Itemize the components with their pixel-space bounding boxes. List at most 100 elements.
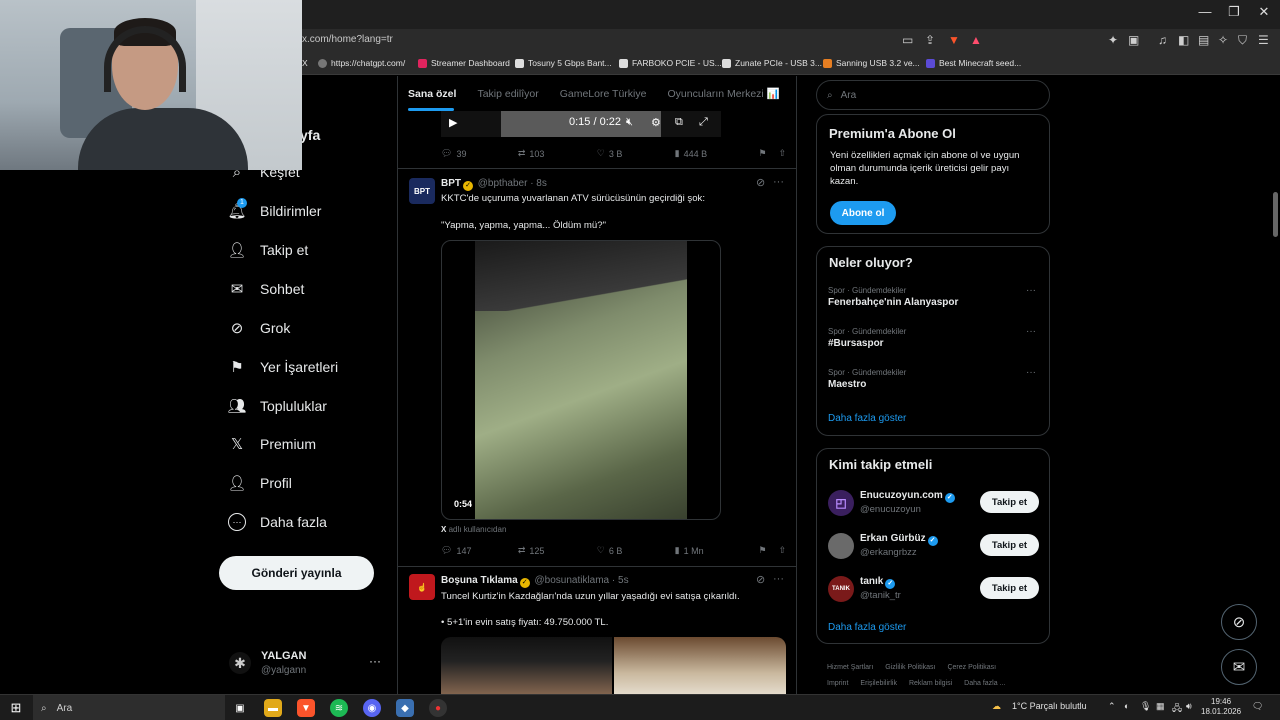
show-more-link[interactable]: Daha fazla göster [828,413,906,424]
microphone-icon[interactable]: 🎙︎ [1140,701,1151,712]
taskbar-search[interactable]: ⌕ Ara [33,695,225,720]
share-icon[interactable]: ⇧ [778,545,786,556]
footer-link[interactable]: Gizlilik Politikası [885,664,935,671]
tray-app-icon[interactable]: ▦ [1156,701,1165,712]
avatar[interactable]: ☝ [409,574,435,600]
pip-icon[interactable]: ⧉ [675,116,683,129]
repost-button[interactable]: ⇄ 103 [518,148,597,159]
follow-button[interactable]: Takip et [980,534,1039,556]
mute-icon[interactable]: 🔇︎ [626,116,633,129]
nav-profile[interactable]: 👤︎ Profil [227,474,291,492]
footer-link[interactable]: Daha fazla ... [964,680,1005,687]
grok-icon[interactable]: ⊘ [756,176,765,189]
views-button[interactable]: ▮ 444 B [675,148,759,159]
footer-link[interactable]: Erişilebilirlik [860,680,897,687]
maximize-button[interactable]: ❐ [1219,4,1249,20]
minimize-button[interactable]: — [1190,4,1220,19]
post-images[interactable] [441,637,786,694]
chevron-up-icon[interactable]: ⌃ [1108,701,1116,712]
wallet-icon[interactable]: ▤ [1198,33,1209,47]
trend-item[interactable]: Spor · Gündemdekiler Maestro ··· [828,367,1043,390]
url-text[interactable]: x.com/home?lang=tr [302,34,393,45]
grok-fab-button[interactable]: ⊘ [1221,604,1257,640]
tab-following[interactable]: Takip edilîyor [477,88,538,100]
nav-premium[interactable]: 𝕏 Premium [228,435,316,453]
nav-home-label[interactable]: yfa [300,127,320,143]
follow-button[interactable]: Takip et [980,577,1039,599]
follow-suggestion[interactable]: Erkan Gürbüz ✓ @erkangrbzz Takip et [828,531,1043,563]
file-explorer-icon[interactable]: ▬ [264,699,282,717]
post-image[interactable] [614,637,786,694]
post-image[interactable] [441,637,612,694]
bookmark-item[interactable]: Streamer Dashboard [418,58,510,68]
bookmark-item[interactable]: Sanning USB 3.2 ve... [823,58,920,68]
more-icon[interactable]: ··· [1026,285,1036,296]
reader-icon[interactable]: ▣ [1128,33,1139,47]
nav-follow[interactable]: 👤︎ Takip et [227,241,308,259]
subscribe-button[interactable]: Abone ol [830,201,896,225]
more-icon[interactable]: ··· [773,176,784,188]
reply-button[interactable]: 💬︎ 147 [441,545,518,556]
show-more-link[interactable]: Daha fazla göster [828,622,906,633]
reply-button[interactable]: 💬︎ 39 [441,148,518,159]
follow-suggestion[interactable]: TANIK tanık ✓ @tanik_tr Takip et [828,574,1043,606]
footer-link[interactable]: Imprint [827,680,848,687]
share-icon[interactable]: ⇪ [925,33,935,47]
nav-grok[interactable]: ⊘ Grok [228,319,291,337]
more-icon[interactable]: ··· [369,654,381,668]
more-icon[interactable]: ··· [1026,367,1036,378]
like-button[interactable]: ♡ 6 B [597,545,675,556]
page-scrollbar[interactable] [1272,76,1279,694]
menu-icon[interactable]: ☰ [1258,33,1269,47]
volume-icon[interactable]: 🔊︎ [1186,701,1192,712]
vpn-icon[interactable]: ⛉ [1238,33,1247,48]
post-author[interactable]: Boşuna Tıklama [441,575,518,586]
post-button[interactable]: Gönderi yayınla [219,556,374,590]
bookmark-item[interactable]: FARBOKO PCIE - US... [619,58,722,68]
account-switcher[interactable]: ✱ YALGAN @yalgann ··· [229,648,389,684]
post-meta[interactable]: @bpthaber · 8s [478,178,547,189]
sidebar-icon[interactable]: ◧ [1178,33,1189,47]
extensions-icon[interactable]: ✦ [1108,33,1118,47]
leo-ai-icon[interactable]: ✧ [1218,33,1228,47]
avatar[interactable]: BPT [409,178,435,204]
play-icon[interactable]: ▶ [449,116,457,129]
video-player[interactable]: 0:54 [441,240,721,520]
bookmark-item[interactable]: X [302,58,308,68]
settings-icon[interactable]: ⚙ [651,116,661,129]
discord-icon[interactable]: ◉ [363,699,381,717]
more-icon[interactable]: ··· [1026,326,1036,337]
footer-link[interactable]: Hizmet Şartları [827,664,873,671]
like-button[interactable]: ♡ 3 B [597,148,675,159]
follow-button[interactable]: Takip et [980,491,1039,513]
weather-text[interactable]: 1°C Parçalı bulutlu [1012,701,1087,711]
nav-notifications[interactable]: 🔔︎ 1 Bildirimler [227,198,321,220]
media-icon[interactable]: ♫ [1158,33,1167,47]
scrollbar-thumb[interactable] [1273,192,1278,237]
media-attribution[interactable]: X adlı kullanıcıdan [441,525,506,534]
bookmark-item[interactable]: Tosuny 5 Gbps Bant... [515,58,612,68]
nav-messages[interactable]: ✉ Sohbet [228,280,305,298]
footer-link[interactable]: Reklam bilgisi [909,680,952,687]
close-button[interactable]: ✕ [1249,4,1279,20]
post-meta[interactable]: @bosunatiklama · 5s [534,575,628,586]
bookmark-icon[interactable]: ⚑ [758,545,778,556]
spotify-icon[interactable]: ≋ [330,699,348,717]
share-icon[interactable]: ⇧ [778,148,786,159]
grok-icon[interactable]: ⊘ [756,573,765,586]
task-view-icon[interactable]: ▣ [231,699,249,717]
network-icon[interactable]: 🖧︎ [1172,701,1182,717]
app-icon[interactable]: ◆ [396,699,414,717]
nav-communities[interactable]: 👥︎ Topluluklar [227,397,326,415]
messages-fab-button[interactable]: ✉ [1221,649,1257,685]
weather-icon[interactable]: ☁ [992,701,1001,712]
bookmark-icon[interactable]: ⚑ [758,148,778,159]
nav-bookmarks[interactable]: ⚑ Yer İşaretleri [228,358,338,376]
obs-icon[interactable]: ● [429,699,447,717]
fullscreen-icon[interactable]: ⤢ [699,116,708,129]
brave-rewards-icon[interactable]: ▲ [970,33,982,47]
clock[interactable]: 19:46 18.01.2026 [1201,697,1241,717]
trend-item[interactable]: Spor · Gündemdekiler #Bursaspor ··· [828,326,1043,349]
post-author[interactable]: BPT [441,178,461,189]
notifications-icon[interactable]: 🗨︎ [1252,701,1263,712]
